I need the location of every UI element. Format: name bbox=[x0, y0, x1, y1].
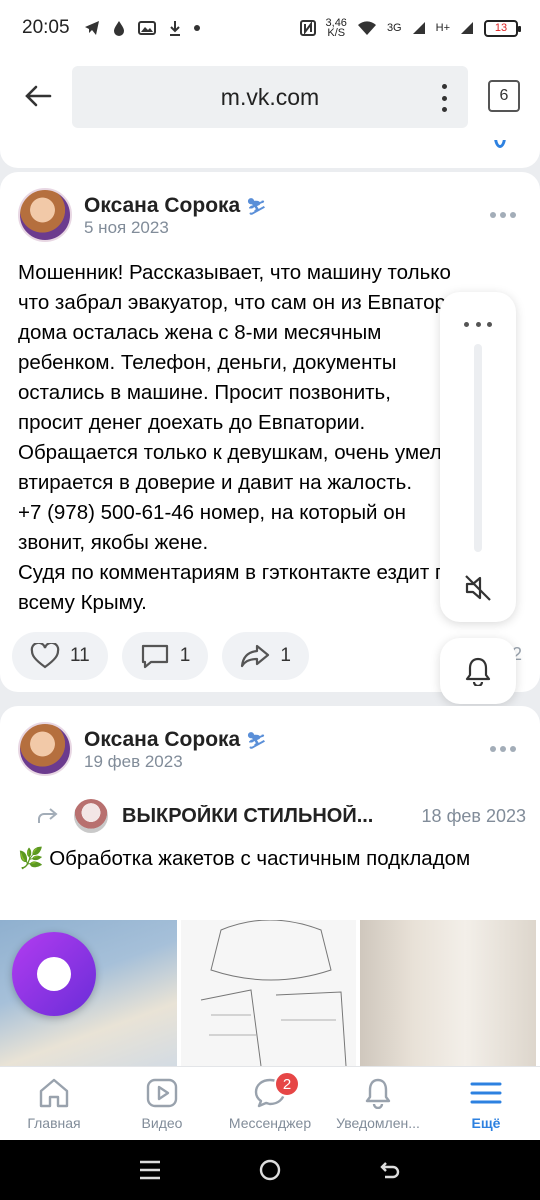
dot-icon bbox=[510, 746, 516, 752]
video-icon bbox=[146, 1078, 178, 1108]
home-icon bbox=[39, 1078, 69, 1108]
post-menu-button[interactable] bbox=[490, 212, 516, 220]
skier-icon: ⛷ bbox=[246, 199, 267, 216]
dot-icon bbox=[193, 25, 200, 31]
notification-icons bbox=[84, 20, 200, 36]
signal-1: 3G bbox=[386, 22, 402, 34]
download-icon bbox=[169, 21, 180, 36]
post-date[interactable]: 5 ноя 2023 bbox=[84, 218, 169, 238]
battery-icon: 13 bbox=[484, 19, 521, 37]
sewing-pattern-drawing bbox=[200, 920, 347, 1066]
recent-apps-icon[interactable] bbox=[138, 1159, 162, 1181]
repost-source-avatar[interactable] bbox=[74, 799, 108, 833]
browser-menu-button[interactable] bbox=[434, 84, 454, 112]
nav-home[interactable]: Главная bbox=[0, 1067, 108, 1140]
share-button[interactable]: 1 bbox=[222, 632, 309, 680]
url-text: m.vk.com bbox=[220, 83, 320, 110]
dot-icon bbox=[441, 84, 447, 89]
volume-slider[interactable] bbox=[474, 344, 482, 552]
repost-date: 18 фев 2023 bbox=[421, 805, 526, 826]
dot-icon bbox=[475, 322, 481, 327]
post-author[interactable]: Оксана Сорока ⛷ bbox=[84, 728, 267, 752]
previous-post-edge bbox=[0, 140, 540, 168]
share-count: 1 bbox=[280, 645, 291, 666]
url-field[interactable]: m.vk.com bbox=[72, 66, 468, 128]
dot-icon bbox=[500, 212, 506, 218]
avatar[interactable] bbox=[18, 722, 72, 776]
repost-source-name[interactable]: ВЫКРОЙКИ СТИЛЬНОЙ... bbox=[122, 805, 394, 828]
system-indicators: 3,46 K/S 3G H+ 13 bbox=[299, 17, 521, 39]
photo-vest[interactable] bbox=[360, 920, 536, 1066]
signal-2: H+ bbox=[435, 22, 450, 34]
comment-count: 1 bbox=[179, 645, 191, 666]
nav-home-label: Главная bbox=[27, 1115, 81, 1131]
heart-icon bbox=[30, 643, 60, 669]
nav-notifications[interactable]: Уведомлен... bbox=[324, 1067, 432, 1140]
net-speed: 3,46 K/S bbox=[325, 17, 347, 39]
arrow-left-icon bbox=[25, 85, 52, 107]
post-menu-button[interactable] bbox=[490, 746, 516, 754]
like-button[interactable]: 11 bbox=[12, 632, 108, 680]
nfc-icon bbox=[299, 20, 316, 36]
media-control-panel bbox=[440, 292, 516, 622]
post-author[interactable]: Оксана Сорока ⛷ bbox=[84, 194, 267, 218]
signal-bars-2-icon bbox=[461, 22, 473, 34]
back-icon[interactable] bbox=[378, 1158, 402, 1182]
assistant-icon bbox=[37, 957, 71, 991]
mute-icon[interactable] bbox=[462, 572, 494, 604]
comment-icon bbox=[141, 644, 168, 669]
dot-icon bbox=[490, 212, 496, 218]
drop-icon bbox=[113, 21, 124, 36]
skier-icon: ⛷ bbox=[246, 733, 267, 750]
nav-notifications-label: Уведомлен... bbox=[336, 1115, 420, 1131]
share-icon bbox=[241, 644, 270, 668]
like-count: 11 bbox=[70, 645, 90, 666]
telegram-icon bbox=[84, 21, 99, 35]
voice-assistant-button[interactable] bbox=[12, 932, 96, 1016]
messenger-badge: 2 bbox=[274, 1071, 300, 1097]
dot-icon bbox=[441, 95, 447, 101]
nav-video[interactable]: Видео bbox=[108, 1067, 216, 1140]
nav-video-label: Видео bbox=[141, 1115, 183, 1131]
notification-bell-button[interactable] bbox=[440, 638, 516, 704]
dot-icon bbox=[490, 746, 496, 752]
repost-arrow-icon bbox=[38, 808, 58, 823]
back-button[interactable] bbox=[18, 76, 58, 116]
browser-bar: m.vk.com 6 bbox=[0, 56, 540, 140]
bell-icon bbox=[465, 657, 491, 686]
dot-icon bbox=[487, 322, 492, 327]
tabs-button[interactable]: 6 bbox=[488, 80, 520, 112]
signal-bars-icon bbox=[412, 22, 425, 34]
menu-icon bbox=[470, 1082, 502, 1104]
bottom-nav: Главная Видео 2 Мессенджер Уведомлен... … bbox=[0, 1066, 540, 1140]
nav-messenger[interactable]: 2 Мессенджер bbox=[216, 1067, 324, 1140]
dot-icon bbox=[500, 746, 506, 752]
post-text: 🌿 Обработка жакетов с частичным подкладо… bbox=[18, 847, 471, 870]
nav-more[interactable]: Ещё bbox=[432, 1067, 540, 1140]
dot-icon bbox=[510, 212, 516, 218]
photo-pattern[interactable] bbox=[181, 920, 356, 1066]
system-nav-bar bbox=[0, 1140, 540, 1200]
status-bar: 20:05 3,46 K/S 3G H+ 13 bbox=[0, 0, 540, 56]
media-menu-button[interactable] bbox=[464, 322, 492, 327]
status-time: 20:05 bbox=[22, 17, 70, 38]
post-date[interactable]: 19 фев 2023 bbox=[84, 752, 183, 772]
post-actions: 11 1 1 bbox=[12, 632, 309, 680]
wifi-icon bbox=[357, 21, 376, 35]
nav-messenger-label: Мессенджер bbox=[228, 1115, 312, 1131]
avatar[interactable] bbox=[18, 188, 72, 242]
image-icon bbox=[137, 21, 156, 35]
repost-header[interactable]: ВЫКРОЙКИ СТИЛЬНОЙ... 18 фев 2023 bbox=[36, 796, 526, 836]
nav-more-label: Ещё bbox=[471, 1115, 501, 1131]
bell-icon bbox=[365, 1078, 391, 1109]
previous-post-icon bbox=[494, 140, 506, 148]
post-card: Оксана Сорока ⛷ 19 фев 2023 ВЫКРОЙКИ СТИЛ… bbox=[0, 706, 540, 1066]
comment-button[interactable]: 1 bbox=[121, 632, 209, 680]
home-circle-icon[interactable] bbox=[258, 1158, 282, 1182]
dot-icon bbox=[441, 107, 447, 112]
dot-icon bbox=[464, 322, 469, 327]
